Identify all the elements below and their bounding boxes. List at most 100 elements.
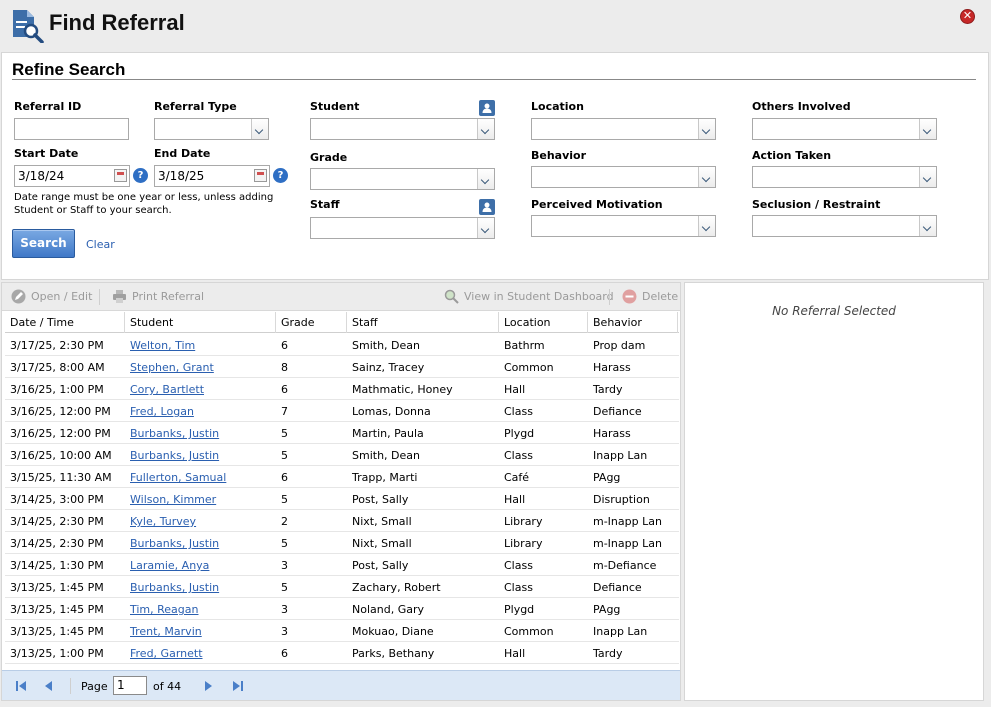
grade-select[interactable] — [310, 168, 495, 190]
cell-location: Class — [504, 581, 533, 594]
chevron-down-icon[interactable] — [919, 216, 936, 236]
student-link[interactable]: Fred, Garnett — [125, 642, 203, 664]
student-link[interactable]: Trent, Marvin — [125, 620, 202, 642]
seclusion-restraint-label: Seclusion / Restraint — [752, 198, 881, 211]
table-row[interactable]: 3/13/25, 1:45 PM Trent, Marvin 3 Mokuao,… — [5, 620, 679, 642]
student-link[interactable]: Burbanks, Justin — [125, 422, 219, 444]
end-date-input[interactable]: 3/18/25 — [154, 165, 270, 187]
cell-date-time: 3/13/25, 1:45 PM — [10, 581, 104, 594]
table-row[interactable]: 3/16/25, 12:00 PM Fred, Logan 7 Lomas, D… — [5, 400, 679, 422]
page-number-input[interactable]: 1 — [113, 676, 147, 695]
table-row[interactable]: 3/15/25, 11:30 AM Fullerton, Samual 6 Tr… — [5, 466, 679, 488]
clear-link[interactable]: Clear — [86, 238, 115, 251]
person-picker-icon[interactable] — [479, 100, 495, 116]
chevron-down-icon[interactable] — [919, 167, 936, 187]
student-link[interactable]: Burbanks, Justin — [125, 444, 219, 466]
table-row[interactable]: 3/14/25, 2:30 PM Kyle, Turvey 2 Nixt, Sm… — [5, 510, 679, 532]
chevron-down-icon[interactable] — [251, 119, 268, 139]
help-icon[interactable]: ? — [273, 168, 288, 183]
chevron-down-icon[interactable] — [698, 216, 715, 236]
cell-behavior: m-Inapp Lan — [593, 515, 662, 528]
student-select[interactable] — [310, 118, 495, 140]
chevron-down-icon[interactable] — [477, 119, 494, 139]
column-header-student[interactable]: Student — [125, 312, 276, 333]
start-date-input[interactable]: 3/18/24 — [14, 165, 130, 187]
cell-behavior: PAgg — [593, 471, 621, 484]
calendar-icon[interactable] — [114, 169, 127, 182]
chevron-down-icon[interactable] — [698, 119, 715, 139]
cell-grade: 5 — [281, 449, 288, 462]
cell-grade: 6 — [281, 471, 288, 484]
student-link[interactable]: Kyle, Turvey — [125, 510, 196, 532]
cell-staff: Lomas, Donna — [352, 405, 431, 418]
calendar-icon[interactable] — [254, 169, 267, 182]
delete-button[interactable]: Delete — [642, 290, 678, 303]
next-page-icon[interactable] — [201, 679, 215, 693]
chevron-down-icon[interactable] — [698, 167, 715, 187]
referral-id-input[interactable] — [14, 118, 129, 140]
referral-type-select[interactable] — [154, 118, 269, 140]
student-link[interactable]: Burbanks, Justin — [125, 576, 219, 598]
table-row[interactable]: 3/14/25, 1:30 PM Laramie, Anya 3 Post, S… — [5, 554, 679, 576]
table-row[interactable]: 3/17/25, 8:00 AM Stephen, Grant 8 Sainz,… — [5, 356, 679, 378]
chevron-down-icon[interactable] — [477, 218, 494, 238]
table-row[interactable]: 3/14/25, 3:00 PM Wilson, Kimmer 5 Post, … — [5, 488, 679, 510]
table-row[interactable]: 3/14/25, 2:30 PM Burbanks, Justin 5 Nixt… — [5, 532, 679, 554]
staff-select[interactable] — [310, 217, 495, 239]
table-row[interactable]: 3/13/25, 1:45 PM Burbanks, Justin 5 Zach… — [5, 576, 679, 598]
dashboard-search-icon — [444, 289, 459, 304]
student-link[interactable]: Stephen, Grant — [125, 356, 214, 378]
view-student-dashboard-button[interactable]: View in Student Dashboard — [464, 290, 614, 303]
table-row[interactable]: 3/16/25, 10:00 AM Burbanks, Justin 5 Smi… — [5, 444, 679, 466]
cell-staff: Parks, Bethany — [352, 647, 435, 660]
table-row[interactable]: 3/13/25, 1:00 PM Fred, Garnett 6 Parks, … — [5, 642, 679, 664]
close-button[interactable]: ✕ — [960, 9, 975, 24]
column-header-grade[interactable]: Grade — [276, 312, 347, 333]
student-link[interactable]: Tim, Reagan — [125, 598, 199, 620]
chevron-down-icon[interactable] — [477, 169, 494, 189]
column-header-staff[interactable]: Staff — [347, 312, 499, 333]
print-referral-button[interactable]: Print Referral — [132, 290, 204, 303]
cell-staff: Nixt, Small — [352, 515, 412, 528]
cell-location: Class — [504, 559, 533, 572]
student-link[interactable]: Wilson, Kimmer — [125, 488, 216, 510]
previous-page-icon[interactable] — [42, 679, 56, 693]
cell-behavior: Tardy — [593, 383, 623, 396]
perceived-motivation-select[interactable] — [531, 215, 716, 237]
column-header-behavior[interactable]: Behavior — [588, 312, 678, 333]
student-link[interactable]: Fullerton, Samual — [125, 466, 226, 488]
cell-grade: 8 — [281, 361, 288, 374]
student-link[interactable]: Welton, Tim — [125, 334, 195, 356]
student-link[interactable]: Cory, Bartlett — [125, 378, 204, 400]
cell-grade: 5 — [281, 493, 288, 506]
table-row[interactable]: 3/16/25, 12:00 PM Burbanks, Justin 5 Mar… — [5, 422, 679, 444]
action-taken-select[interactable] — [752, 166, 937, 188]
refine-search-panel: Refine Search Referral ID Referral Type … — [1, 52, 989, 280]
last-page-icon[interactable] — [231, 679, 245, 693]
student-link[interactable]: Laramie, Anya — [125, 554, 209, 576]
cell-grade: 5 — [281, 537, 288, 550]
table-row[interactable]: 3/17/25, 2:30 PM Welton, Tim 6 Smith, De… — [5, 334, 679, 356]
search-button[interactable]: Search — [12, 229, 75, 258]
seclusion-restraint-select[interactable] — [752, 215, 937, 237]
first-page-icon[interactable] — [14, 679, 28, 693]
table-row[interactable]: 3/13/25, 1:45 PM Tim, Reagan 3 Noland, G… — [5, 598, 679, 620]
behavior-select[interactable] — [531, 166, 716, 188]
cell-location: Hall — [504, 383, 526, 396]
title-bar: Find Referral ✕ — [0, 0, 991, 50]
others-involved-select[interactable] — [752, 118, 937, 140]
column-header-location[interactable]: Location — [499, 312, 588, 333]
chevron-down-icon[interactable] — [919, 119, 936, 139]
cell-behavior: Tardy — [593, 647, 623, 660]
help-icon[interactable]: ? — [133, 168, 148, 183]
person-picker-icon[interactable] — [479, 199, 495, 215]
table-row[interactable]: 3/16/25, 1:00 PM Cory, Bartlett 6 Mathma… — [5, 378, 679, 400]
open-edit-button[interactable]: Open / Edit — [31, 290, 92, 303]
cell-date-time: 3/16/25, 10:00 AM — [10, 449, 112, 462]
student-link[interactable]: Burbanks, Justin — [125, 532, 219, 554]
cell-behavior: Prop dam — [593, 339, 646, 352]
location-select[interactable] — [531, 118, 716, 140]
student-link[interactable]: Fred, Logan — [125, 400, 194, 422]
action-taken-label: Action Taken — [752, 149, 832, 162]
column-header-date-time[interactable]: Date / Time — [5, 312, 125, 333]
